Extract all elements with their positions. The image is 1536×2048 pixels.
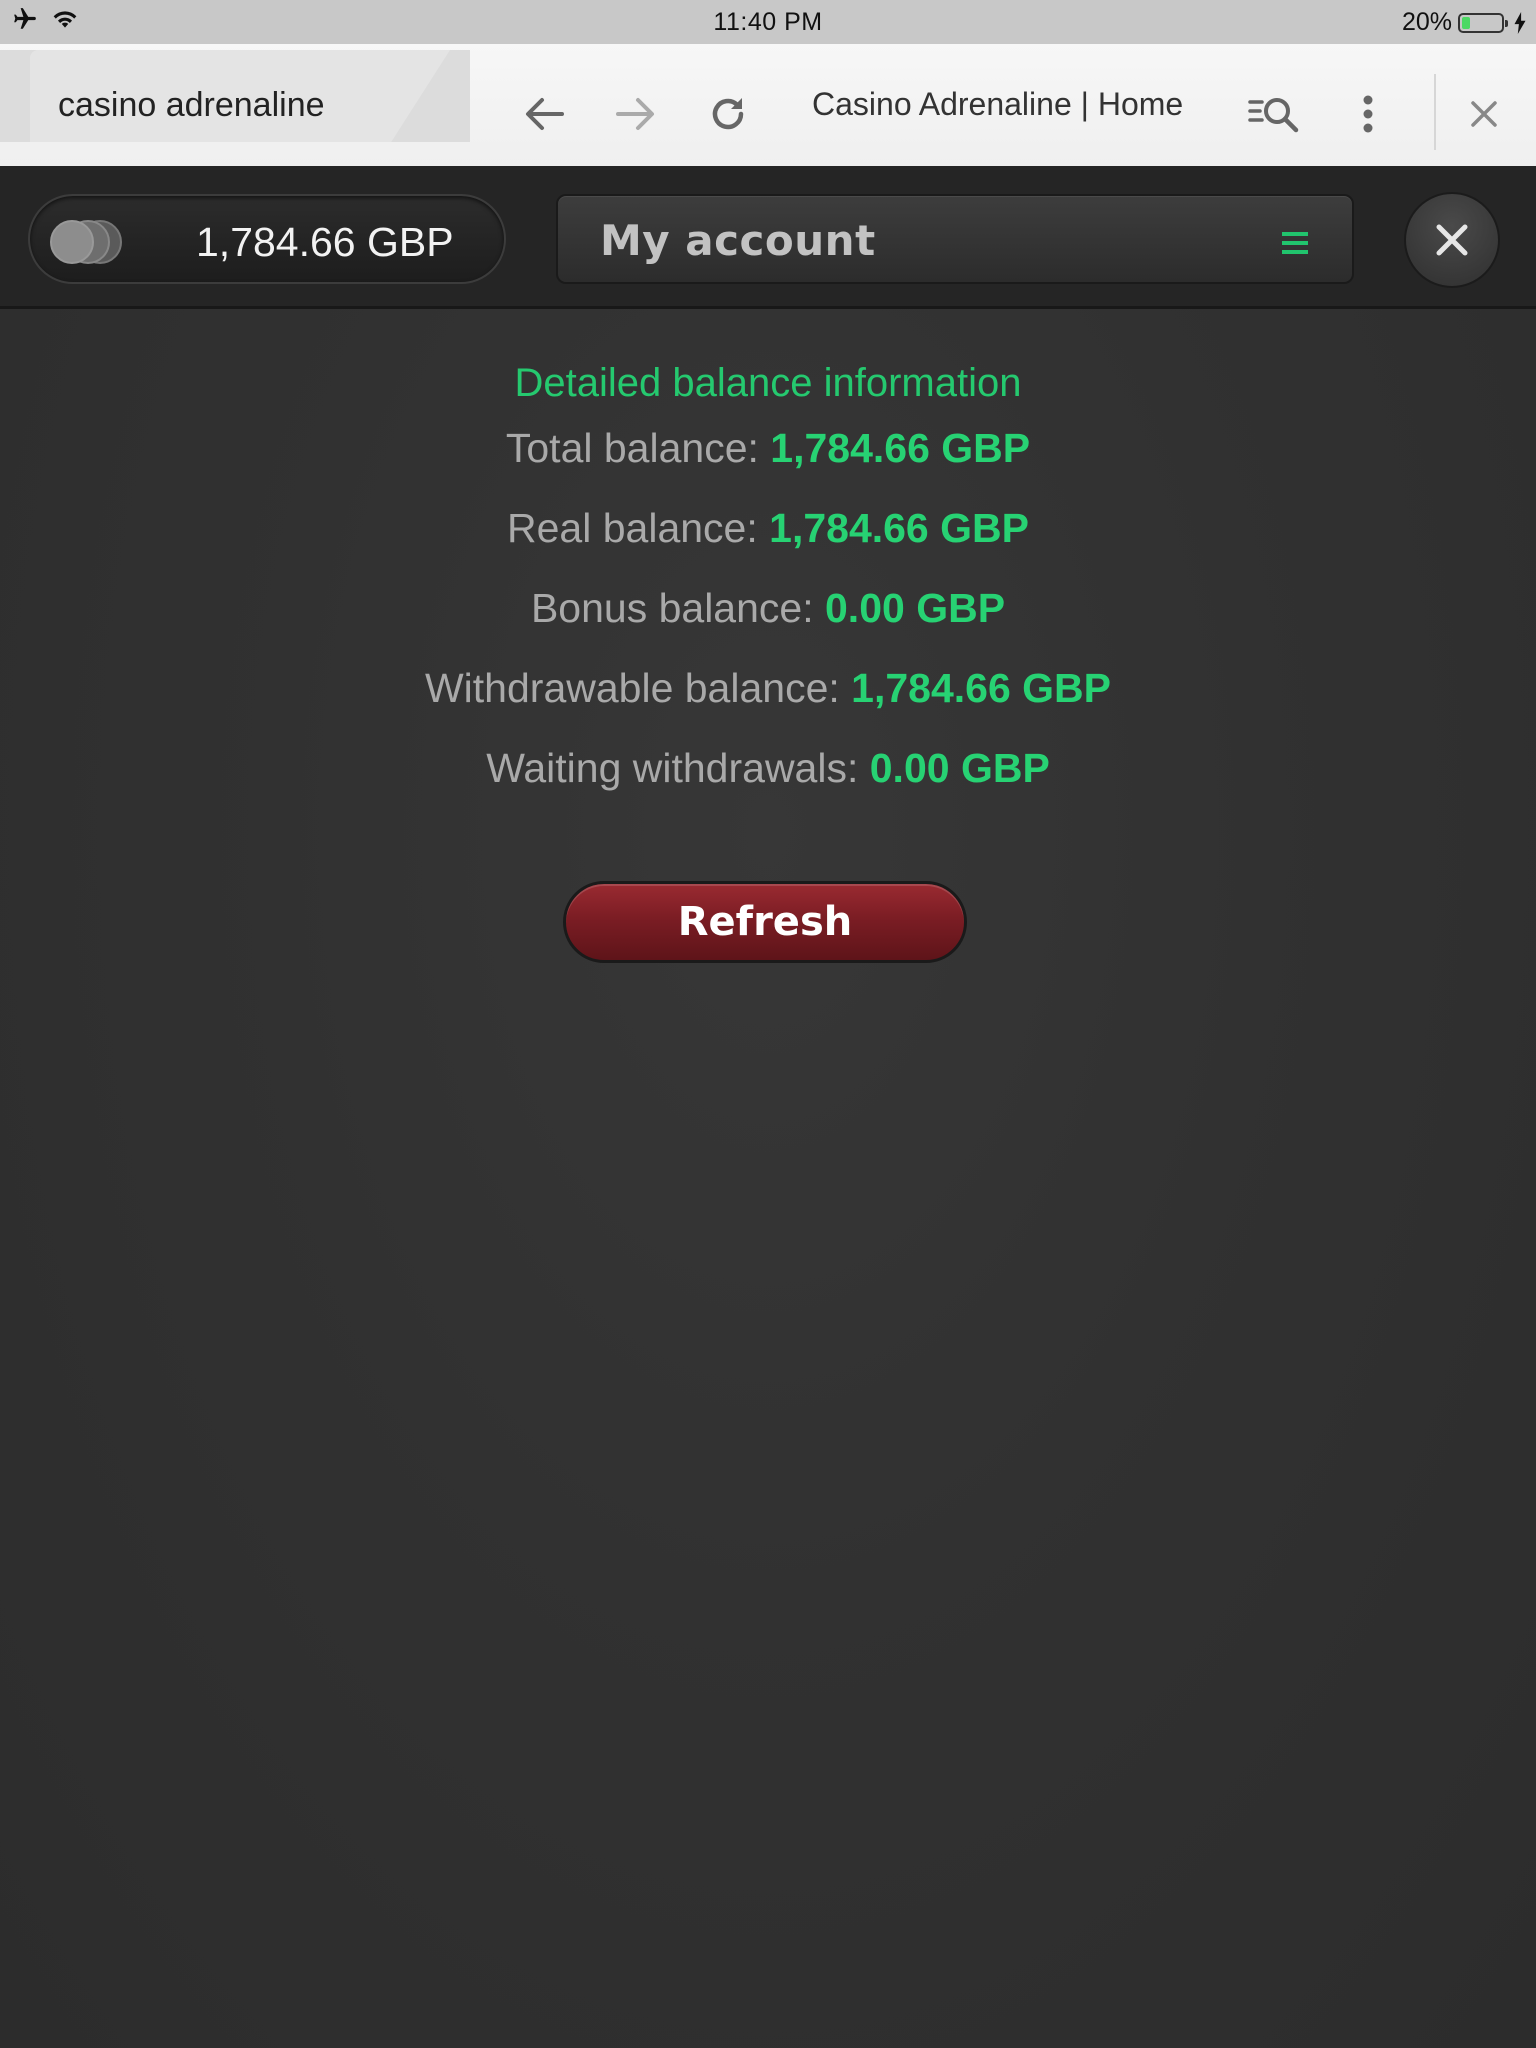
my-account-label: My account: [600, 216, 876, 265]
total-balance-row: Total balance: 1,784.66 GBP: [0, 425, 1536, 472]
toolbar-divider: [1434, 74, 1436, 150]
back-arrow-icon: [526, 98, 564, 130]
balance-info-title: Detailed balance information: [514, 361, 1022, 405]
close-icon: [1436, 224, 1468, 256]
withdrawable-balance-row: Withdrawable balance: 1,784.66 GBP: [0, 665, 1536, 712]
balance-panel: Detailed balance information Total balan…: [0, 309, 1536, 2048]
reload-icon: [712, 98, 744, 130]
balance-pill[interactable]: 1,784.66 GBP: [28, 194, 506, 284]
row-label: Total balance:: [505, 425, 771, 471]
charging-icon: [1514, 11, 1526, 34]
browser-toolbar: casino adrenaline Casino Adrenaline | Ho…: [0, 44, 1536, 168]
close-icon: [1471, 101, 1497, 127]
row-value: 1,784.66 GBP: [851, 665, 1112, 711]
battery-icon: [1458, 12, 1508, 33]
row-value: 1,784.66 GBP: [769, 505, 1029, 551]
site-header: 1,784.66 GBP My account: [0, 166, 1536, 309]
forward-button[interactable]: [606, 84, 666, 144]
reload-button[interactable]: [698, 84, 758, 144]
status-icons-right: 20%: [1402, 8, 1526, 37]
more-vertical-icon: [1363, 95, 1373, 133]
menu-button[interactable]: [1338, 84, 1398, 144]
close-browser-button[interactable]: [1454, 84, 1514, 144]
row-label: Bonus balance:: [530, 585, 825, 631]
coins-icon: [50, 220, 140, 264]
header-balance: 1,784.66 GBP: [196, 219, 454, 265]
row-value: 0.00 GBP: [869, 745, 1050, 791]
tab-title[interactable]: casino adrenaline: [58, 86, 325, 125]
hamburger-menu-icon: [1282, 232, 1308, 254]
page-title: Casino Adrenaline | Home: [812, 86, 1184, 122]
find-in-page-icon: [1248, 98, 1299, 133]
back-button[interactable]: [514, 84, 574, 144]
row-label: Withdrawable balance:: [424, 665, 852, 711]
status-bar: 11:40 PM 20%: [0, 0, 1536, 44]
row-value: 0.00 GBP: [825, 585, 1006, 631]
battery-level: [1462, 16, 1470, 29]
row-label: Waiting withdrawals:: [486, 745, 870, 791]
refresh-label: Refresh: [677, 899, 853, 945]
row-label: Real balance:: [507, 505, 770, 551]
find-in-page-button[interactable]: [1240, 84, 1310, 144]
refresh-button[interactable]: Refresh: [563, 881, 967, 963]
waiting-withdrawals-row: Waiting withdrawals: 0.00 GBP: [0, 745, 1536, 792]
battery-percent: 20%: [1401, 8, 1452, 36]
row-value: 1,784.66 GBP: [770, 425, 1031, 471]
forward-arrow-icon: [616, 98, 654, 130]
real-balance-row: Real balance: 1,784.66 GBP: [0, 505, 1536, 552]
bonus-balance-row: Bonus balance: 0.00 GBP: [0, 585, 1536, 632]
my-account-button[interactable]: My account: [556, 194, 1354, 284]
clock: 11:40 PM: [713, 8, 823, 36]
close-account-button[interactable]: [1404, 192, 1500, 288]
